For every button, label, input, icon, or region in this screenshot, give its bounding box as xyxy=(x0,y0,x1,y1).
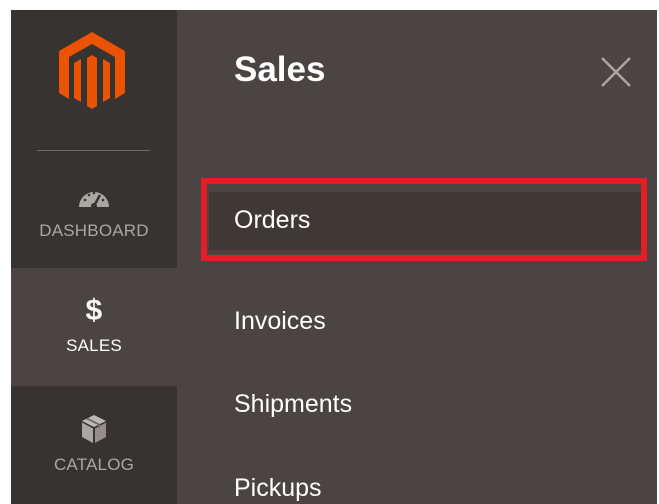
submenu-item-label: Orders xyxy=(234,206,311,234)
submenu-item-orders[interactable]: Orders xyxy=(209,192,644,250)
submenu-item-label: Pickups xyxy=(234,474,322,502)
submenu-item-label: Shipments xyxy=(234,390,353,418)
nav-item-label: DASHBOARD xyxy=(39,221,149,240)
close-icon[interactable] xyxy=(599,55,633,89)
dollar-icon: $ xyxy=(85,294,103,327)
submenu-item-invoices[interactable]: Invoices xyxy=(177,292,657,352)
box-icon xyxy=(82,415,106,443)
nav-item-label: CATALOG xyxy=(53,455,135,474)
magento-logo-icon[interactable] xyxy=(59,32,125,112)
admin-menu-screen: DASHBOARD $ SALES CATALOG Sales Orders I… xyxy=(11,10,657,504)
rail-divider xyxy=(37,150,150,151)
nav-item-sales[interactable]: $ SALES xyxy=(11,268,177,386)
submenu-title: Sales xyxy=(234,50,326,89)
nav-item-label: SALES xyxy=(66,336,122,355)
sales-submenu-panel: Sales Orders Invoices Shipments Pickups xyxy=(177,10,657,504)
submenu-item-shipments[interactable]: Shipments xyxy=(177,375,657,435)
speedometer-icon xyxy=(79,191,109,209)
admin-nav-rail: DASHBOARD $ SALES CATALOG xyxy=(11,10,177,504)
nav-item-dashboard[interactable]: DASHBOARD xyxy=(11,178,177,268)
nav-item-catalog[interactable]: CATALOG xyxy=(11,386,177,504)
submenu-item-pickups[interactable]: Pickups xyxy=(177,459,657,504)
submenu-item-label: Invoices xyxy=(234,307,326,335)
